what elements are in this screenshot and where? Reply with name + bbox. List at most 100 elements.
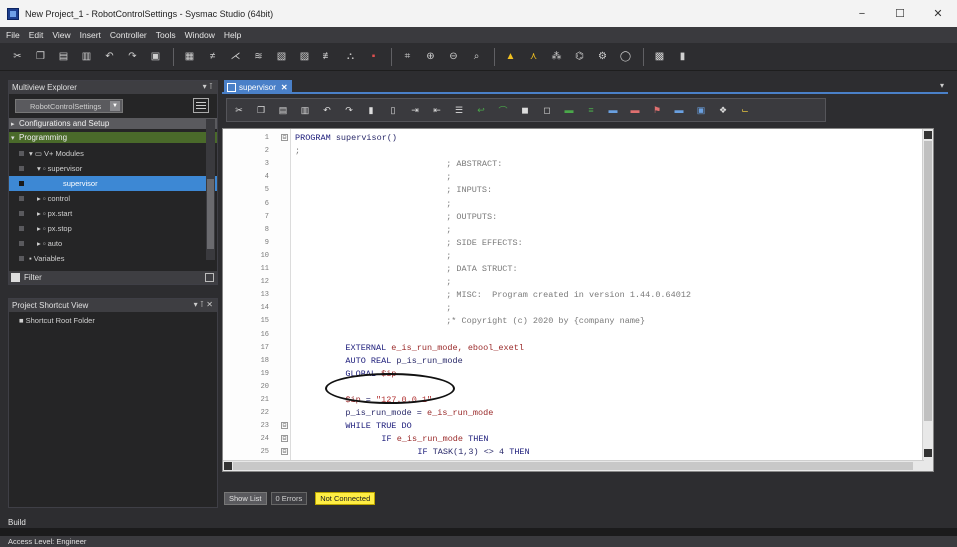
code-vertical-scrollbar-thumb[interactable] [924,141,932,421]
close-tab-icon[interactable]: ✕ [281,83,288,92]
filter-toggle-button[interactable] [205,273,214,282]
watch-add-icon[interactable]: ▬ [563,104,575,116]
compare-icon[interactable]: ≋ [251,49,266,64]
outdent-icon[interactable]: ⇤ [431,104,443,116]
step-in-icon[interactable]: ↩ [475,104,487,116]
copy-icon[interactable]: ❐ [255,104,267,116]
panel-dropdown-pin-icon[interactable]: ▾ ⊺ [203,82,213,91]
fold-toggle-icon[interactable]: ⊟ [281,422,288,430]
breakpoint-set-icon[interactable]: ◼ [519,104,531,116]
chevron-down-icon[interactable]: ▼ [110,101,120,111]
build-pane-label[interactable]: Build [8,518,26,527]
fold-toggle-icon[interactable]: ⊟ [281,134,288,141]
delete-icon[interactable]: ▥ [79,49,94,64]
zoom-out-icon[interactable]: ⊖ [446,49,461,64]
settings-icon[interactable]: ⚙ [595,49,610,64]
stop-icon[interactable]: ▬ [629,104,641,116]
section-programming[interactable]: Programming [9,132,217,143]
redo-icon[interactable]: ↷ [343,104,355,116]
zoom-fit-icon[interactable]: ⌗ [400,49,415,64]
menu-insert[interactable]: Insert [80,30,101,40]
bookmark-next-icon[interactable]: ▯ [387,104,399,116]
doc-icon[interactable]: ▣ [695,104,707,116]
code-horizontal-scrollbar-thumb[interactable] [233,462,913,470]
comment-icon[interactable]: ☰ [453,104,465,116]
power-icon[interactable]: ◯ [618,49,633,64]
tree-item[interactable]: ▪ Variables [9,251,217,266]
delete-icon[interactable]: ▥ [299,104,311,116]
cross-ref-icon[interactable]: ⋏ [526,49,541,64]
menu-tools[interactable]: Tools [156,30,176,40]
code-vertical-scrollbar[interactable] [922,129,933,471]
undo-icon[interactable]: ↶ [102,49,117,64]
reset-icon[interactable]: ⌬ [572,49,587,64]
simulator-icon[interactable]: ▦ [182,49,197,64]
indent-icon[interactable]: ⇥ [409,104,421,116]
zoom-in-icon[interactable]: ⊕ [423,49,438,64]
copy-icon[interactable]: ❐ [33,49,48,64]
explorer-scrollbar-thumb[interactable] [207,179,214,249]
find-icon[interactable]: ⌕ [469,49,484,64]
tree-item[interactable]: ▸ ▫ px.start [9,206,217,221]
fold-toggle-icon[interactable]: ⊟ [281,435,288,443]
cut-icon[interactable]: ✂ [10,49,25,64]
watch-icon[interactable]: ⛬ [343,49,358,64]
help-icon[interactable]: ❖ [717,104,729,116]
errors-count-button[interactable]: 0 Errors [270,491,308,505]
close-button[interactable]: ✕ [919,0,957,27]
download-icon[interactable]: ▣ [148,49,163,64]
menu-controller[interactable]: Controller [110,30,147,40]
warning-icon[interactable]: ▲ [503,49,518,64]
section-configurations[interactable]: Configurations and Setup [9,118,217,129]
menu-file[interactable]: File [6,30,20,40]
build-icon[interactable]: ▨ [297,49,312,64]
cut-icon[interactable]: ✂ [233,104,245,116]
tree-item[interactable]: ▾ ▫ supervisor [9,161,217,176]
tree-item[interactable]: ▸ ▫ auto [9,236,217,251]
explorer-scrollbar[interactable] [206,119,215,260]
variable-icon[interactable]: ▬ [673,104,685,116]
scroll-left-icon[interactable] [224,462,232,470]
panel-close-icon[interactable]: ▾ ⊺ ✕ [194,300,213,309]
undo-icon[interactable]: ↶ [321,104,333,116]
menu-edit[interactable]: Edit [29,30,44,40]
tab-supervisor[interactable]: supervisor ✕ [224,80,292,94]
paste-icon[interactable]: ▤ [277,104,289,116]
step-over-icon[interactable]: ⌒ [497,104,509,116]
run-icon[interactable]: ▬ [607,104,619,116]
bookmark-icon[interactable]: ▮ [365,104,377,116]
paste-icon[interactable]: ▤ [56,49,71,64]
code-horizontal-scrollbar[interactable] [223,460,924,471]
task-icon[interactable]: ⚑ [651,104,663,116]
watch-window-icon[interactable]: ⁂ [549,49,564,64]
panel-icon[interactable]: ▩ [652,49,667,64]
code-editor[interactable]: 1 ⊟ PROGRAM supervisor() 2; 3 ; ABSTRACT: 4; 5;… [222,128,934,472]
scroll-down-icon[interactable] [924,449,932,457]
scroll-up-icon[interactable] [924,131,932,139]
tree-item[interactable]: supervisor [9,176,217,191]
layout-icon[interactable]: ▮ [675,49,690,64]
tree-item[interactable]: ▾ ▭ V+ Modules [9,146,217,161]
tree-item[interactable]: ▸ ▫ px.stop [9,221,217,236]
redo-icon[interactable]: ↷ [125,49,140,64]
watch-list-icon[interactable]: ≡ [585,104,597,116]
fold-toggle-icon[interactable]: ⊟ [281,448,288,456]
show-list-button[interactable]: Show List [224,491,267,505]
breakpoint-icon[interactable]: ▪ [366,49,381,64]
device-select[interactable]: RobotControlSettings ▼ [15,99,123,113]
device-list-icon[interactable] [193,98,209,113]
tab-list-dropdown-icon[interactable]: ▾ [940,81,944,90]
menu-view[interactable]: View [52,30,70,40]
offline-icon[interactable]: ⋌ [228,49,243,64]
monitor-icon[interactable]: ≢ [320,49,335,64]
online-icon[interactable]: ≠ [205,49,220,64]
minimize-button[interactable]: − [843,0,881,27]
filter-icon[interactable] [11,273,20,282]
tree-item[interactable]: ▸ ▫ control [9,191,217,206]
shortcut-root-folder[interactable]: ■ Shortcut Root Folder [9,312,217,325]
sync-icon[interactable]: ▧ [274,49,289,64]
menu-window[interactable]: Window [185,30,215,40]
breakpoint-clear-icon[interactable]: ◻ [541,104,553,116]
menu-help[interactable]: Help [224,30,241,40]
format-icon[interactable]: ⌙ [739,104,751,116]
